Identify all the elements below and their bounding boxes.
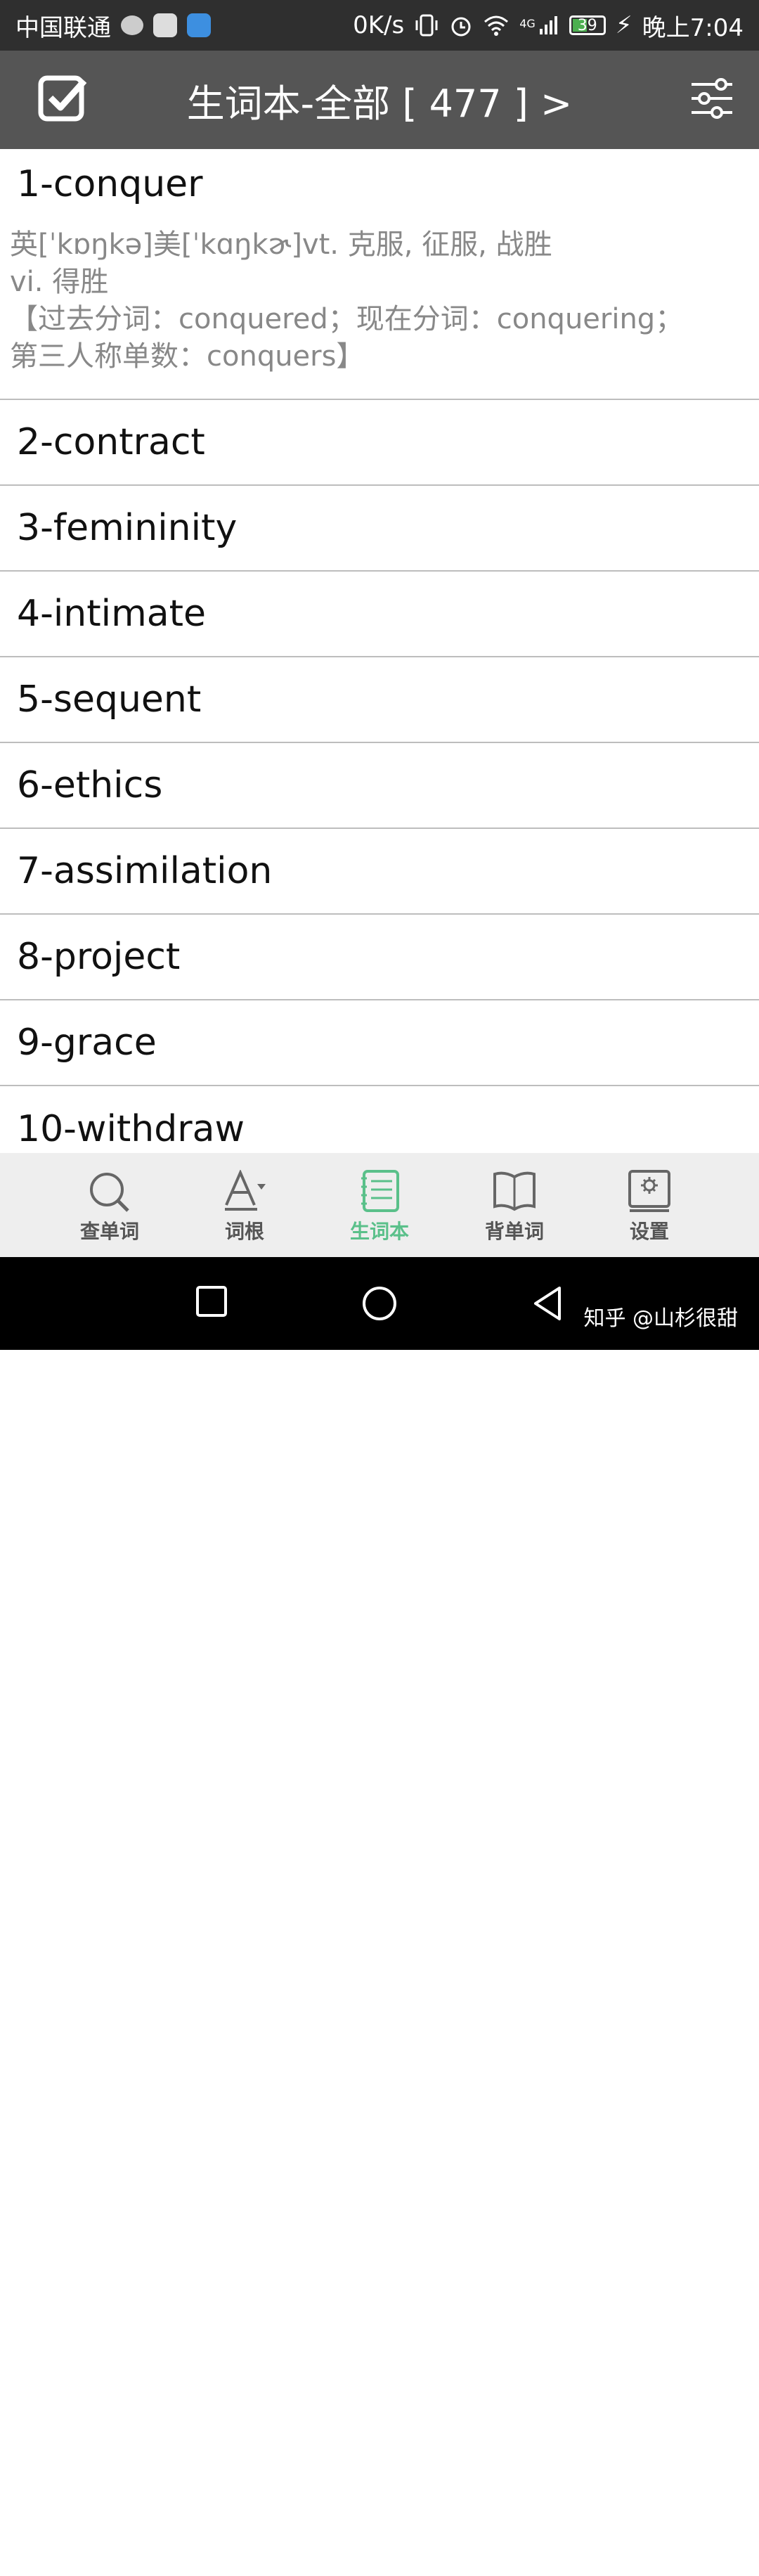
word-title: 1-conquer	[17, 163, 203, 205]
network-type: 4G	[519, 16, 536, 30]
word-title: 8-project	[17, 936, 181, 978]
checkbox-icon[interactable]	[38, 74, 89, 124]
definition-line: 英[ˈkɒŋkə]美[ˈkɑŋkɚ]vt. 克服, 征服, 战胜	[10, 228, 552, 261]
list-item[interactable]: 6-ethics	[0, 743, 759, 829]
book-icon	[493, 1171, 536, 1211]
more-options-icon[interactable]	[696, 2541, 706, 2576]
list-item[interactable]: 5-sequent	[0, 657, 759, 743]
status-bar: 中国联通 0K/s 4G 39 ⚡ 晚上7:04	[0, 0, 759, 51]
word-title: 5-sequent	[17, 678, 202, 721]
clock: 晚上7:04	[642, 13, 744, 42]
home-icon[interactable]	[361, 1285, 398, 1322]
list-item[interactable]: 1-conquer 英[ˈkɒŋkə]美[ˈkɑŋkɚ]vt. 克服, 征服, …	[0, 149, 759, 400]
list-item[interactable]: 4-intimate	[0, 572, 759, 657]
word-title: 6-ethics	[17, 764, 163, 806]
list-item[interactable]: 2-contract	[0, 400, 759, 486]
wifi-icon	[484, 15, 509, 36]
definition-line: vi. 得胜	[10, 266, 109, 298]
list-item[interactable]: 7-assimilation	[0, 829, 759, 915]
carrier-label: 中国联通	[15, 13, 111, 42]
battery-icon: 39	[569, 15, 606, 35]
tab-lookup[interactable]: 查单词	[57, 1153, 162, 1257]
tab-label: 查单词	[79, 1220, 139, 1243]
tab-memorize[interactable]: 背单词	[462, 1153, 567, 1257]
word-title: 4-intimate	[17, 593, 206, 635]
blue-app-icon	[187, 13, 211, 37]
recents-icon[interactable]	[195, 1285, 228, 1318]
app-bar: 生词本-全部 [ 477 ] >	[0, 51, 759, 149]
back-icon[interactable]	[531, 1285, 564, 1322]
definition-line: 第三人称单数：conquers】	[10, 340, 365, 373]
bottom-tab-bar: 查单词 词根 生词本 背单词 设置	[0, 1153, 759, 1257]
tab-roots[interactable]: 词根	[192, 1153, 297, 1257]
list-item[interactable]: 9-grace	[0, 1000, 759, 1086]
wechat-icon	[121, 15, 143, 35]
notebook-icon	[361, 1170, 399, 1212]
word-title: 3-femininity	[17, 507, 238, 549]
charging-icon: ⚡	[615, 11, 632, 39]
tab-vocab-book[interactable]: 生词本	[327, 1153, 432, 1257]
tab-label: 词根	[224, 1220, 264, 1243]
tab-label: 设置	[629, 1220, 669, 1243]
signal-icon	[539, 16, 557, 34]
word-title: 10-withdraw	[17, 1108, 245, 1150]
net-speed: 0K/s	[353, 11, 405, 39]
filter-settings-icon[interactable]	[690, 77, 734, 120]
vibrate-icon	[415, 14, 438, 37]
alarm-icon	[451, 17, 471, 37]
word-title: 9-grace	[17, 1022, 157, 1064]
tab-label: 生词本	[349, 1220, 409, 1243]
font-icon	[225, 1170, 266, 1211]
list-item[interactable]: 8-project	[0, 915, 759, 1000]
settings-icon	[628, 1170, 670, 1212]
word-title: 2-contract	[17, 421, 205, 463]
definition-line: 【过去分词：conquered；现在分词：conquering；	[10, 303, 684, 335]
battery-level: 39	[577, 16, 597, 34]
watermark-text: 知乎 @山杉很甜	[583, 1306, 738, 1331]
news-app-icon	[153, 13, 177, 37]
word-title: 7-assimilation	[17, 850, 273, 892]
word-definition: 英[ˈkɒŋkə]美[ˈkɑŋkɚ]vt. 克服, 征服, 战胜 vi. 得胜 …	[0, 226, 697, 375]
word-list: 1-conquer 英[ˈkɒŋkə]美[ˈkɑŋkɚ]vt. 克服, 征服, …	[0, 149, 759, 1172]
search-icon	[90, 1173, 129, 1212]
tab-settings[interactable]: 设置	[597, 1153, 702, 1257]
page-title[interactable]: 生词本-全部 [ 477 ] >	[0, 51, 759, 149]
list-item[interactable]: 3-femininity	[0, 486, 759, 572]
tab-label: 背单词	[484, 1220, 544, 1243]
